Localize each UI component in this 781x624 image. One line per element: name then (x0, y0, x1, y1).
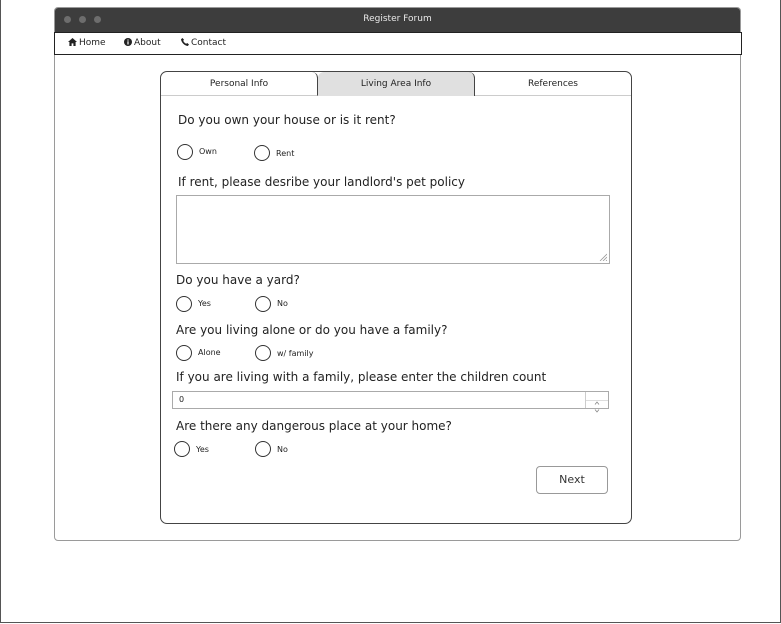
chevron-down-icon (594, 409, 600, 413)
question-pet-policy: If rent, please desribe your landlord's … (178, 175, 465, 189)
radio-yard-yes-label: Yes (198, 299, 211, 308)
radio-own-label: Own (199, 147, 217, 156)
radio-danger-no-label: No (277, 445, 288, 454)
radio-yard-no-label: No (277, 299, 288, 308)
resize-grip-icon[interactable] (599, 253, 607, 261)
phone-icon (181, 38, 189, 46)
question-children-count: If you are living with a family, please … (176, 370, 547, 384)
nav-contact[interactable]: Contact (181, 38, 226, 48)
window-title: Register Forum (363, 14, 432, 24)
radio-rent-label: Rent (276, 149, 295, 158)
radio-danger-no[interactable] (255, 441, 271, 457)
children-count-input[interactable]: 0 (172, 391, 609, 413)
nav-about[interactable]: About (124, 38, 161, 48)
radio-danger-yes-label: Yes (196, 445, 209, 454)
stepper-down[interactable] (586, 400, 608, 413)
radio-own[interactable] (177, 144, 193, 160)
radio-with-family-label: w/ family (277, 349, 314, 358)
question-dangerous-place: Are there any dangerous place at your ho… (176, 419, 452, 433)
radio-alone-label: Alone (198, 348, 221, 357)
radio-danger-yes[interactable] (174, 441, 190, 457)
tab-personal-info[interactable]: Personal Info (161, 72, 318, 96)
children-count-stepper[interactable] (585, 392, 608, 413)
radio-with-family[interactable] (255, 345, 271, 361)
radio-yard-yes[interactable] (176, 296, 192, 312)
radio-alone[interactable] (176, 345, 192, 361)
radio-rent[interactable] (254, 145, 270, 161)
tab-living-area-info[interactable]: Living Area Info (318, 72, 475, 96)
question-family: Are you living alone or do you have a fa… (176, 323, 448, 337)
home-icon (68, 38, 77, 46)
nav-home-label: Home (79, 38, 106, 48)
nav-about-label: About (134, 38, 161, 48)
nav-home[interactable]: Home (68, 38, 106, 48)
question-yard: Do you have a yard? (176, 273, 300, 287)
navbar: Home About Contact (54, 32, 742, 55)
tab-references[interactable]: References (475, 72, 631, 96)
pet-policy-textarea[interactable] (176, 195, 610, 264)
nav-contact-label: Contact (191, 38, 227, 48)
form-panel (160, 71, 632, 524)
next-button[interactable]: Next (536, 466, 608, 494)
question-own-or-rent: Do you own your house or is it rent? (178, 113, 396, 127)
info-icon (124, 38, 132, 46)
children-count-value: 0 (179, 395, 185, 404)
window-titlebar: Register Forum (55, 8, 740, 32)
radio-yard-no[interactable] (255, 296, 271, 312)
